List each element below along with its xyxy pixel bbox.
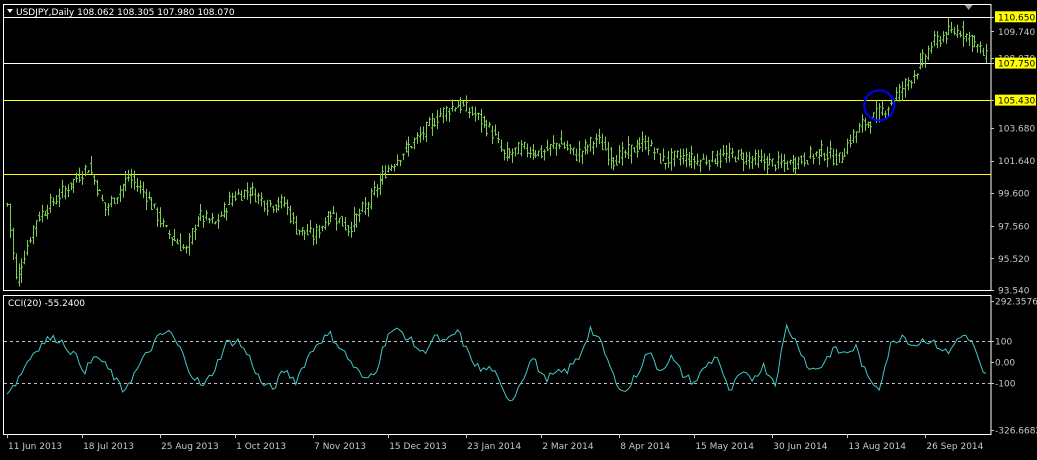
x-axis-label: 2 Mar 2014: [542, 442, 594, 452]
chart-svg: 110.650109.740108.070107.750105.430103.6…: [0, 0, 1037, 456]
price-axis-label: 93.540: [998, 287, 1030, 297]
price-axis-label: 99.600: [998, 190, 1030, 200]
price-axis-label: 97.560: [998, 222, 1030, 232]
x-axis-label: 25 Aug 2013: [161, 442, 219, 452]
price-axis-label: 101.640: [998, 157, 1035, 167]
price-level-tag-label: 105.430: [998, 97, 1035, 107]
x-axis-label: 23 Jan 2014: [467, 442, 521, 452]
x-axis-label: 26 Sep 2014: [926, 442, 983, 452]
symbol-title: USDJPY,Daily 108.062 108.305 107.980 108…: [16, 8, 235, 18]
cci-axis-label: -100: [995, 379, 1016, 389]
price-level-tag-label: 110.650: [998, 13, 1035, 23]
cci-axis-label: -326.6682: [995, 427, 1037, 437]
x-axis-label: 30 Jun 2014: [773, 442, 827, 452]
x-axis-label: 13 Aug 2014: [848, 442, 906, 452]
x-axis-label: 8 Apr 2014: [620, 442, 670, 452]
cci-axis-label: 100: [995, 338, 1012, 348]
x-axis-label: 18 Jul 2013: [83, 442, 134, 452]
x-axis-label: 15 Dec 2013: [389, 442, 447, 452]
cci-title: CCI(20) -55.2400: [8, 299, 85, 309]
price-axis-label: 109.740: [998, 28, 1035, 38]
price-level-tag-label: 107.750: [998, 60, 1035, 70]
chart-root: 110.650109.740108.070107.750105.430103.6…: [0, 0, 1037, 456]
x-axis-label: 15 May 2014: [695, 442, 754, 452]
x-axis-label: 11 Jun 2013: [8, 442, 62, 452]
price-axis-label: 95.520: [998, 255, 1030, 265]
cci-axis-label: 292.3576: [995, 298, 1037, 308]
x-axis-label: 7 Nov 2013: [314, 442, 366, 452]
price-axis-label: 103.680: [998, 125, 1035, 135]
x-axis-label: 1 Oct 2013: [236, 442, 286, 452]
cci-axis-label: 0.00: [995, 358, 1015, 368]
